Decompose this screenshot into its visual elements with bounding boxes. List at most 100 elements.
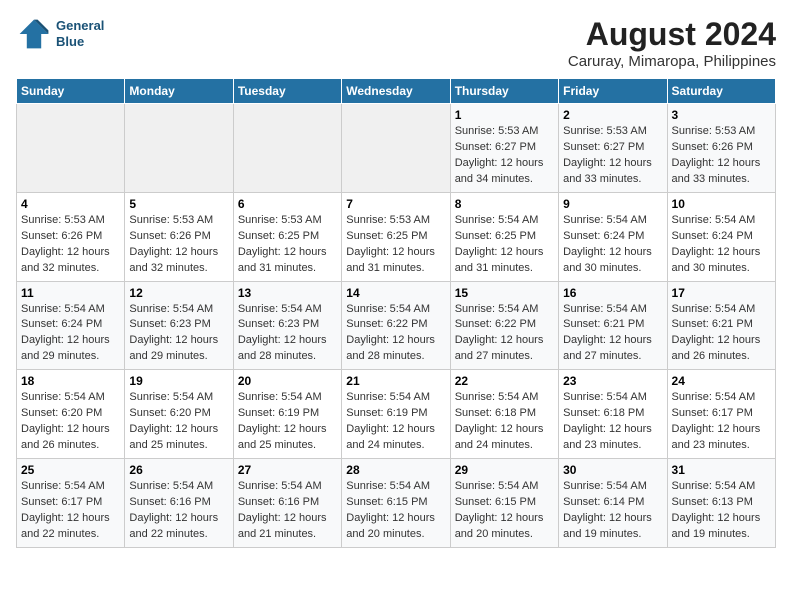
day-info: Sunrise: 5:54 AM Sunset: 6:18 PM Dayligh… xyxy=(455,390,554,454)
day-info: Sunrise: 5:53 AM Sunset: 6:25 PM Dayligh… xyxy=(238,213,337,277)
logo: General Blue xyxy=(16,16,104,52)
day-number: 8 xyxy=(455,197,554,211)
day-cell: 14 Sunrise: 5:54 AM Sunset: 6:22 PM Dayl… xyxy=(342,281,450,370)
calendar-title: August 2024 xyxy=(568,16,776,53)
column-header-monday: Monday xyxy=(125,79,233,104)
day-number: 31 xyxy=(672,463,771,477)
day-number: 19 xyxy=(129,374,228,388)
day-info: Sunrise: 5:54 AM Sunset: 6:18 PM Dayligh… xyxy=(563,390,662,454)
day-cell: 13 Sunrise: 5:54 AM Sunset: 6:23 PM Dayl… xyxy=(233,281,341,370)
day-number: 1 xyxy=(455,108,554,122)
day-cell: 6 Sunrise: 5:53 AM Sunset: 6:25 PM Dayli… xyxy=(233,192,341,281)
day-cell: 20 Sunrise: 5:54 AM Sunset: 6:19 PM Dayl… xyxy=(233,370,341,459)
day-info: Sunrise: 5:53 AM Sunset: 6:26 PM Dayligh… xyxy=(129,213,228,277)
day-number: 21 xyxy=(346,374,445,388)
column-header-saturday: Saturday xyxy=(667,79,775,104)
day-info: Sunrise: 5:54 AM Sunset: 6:24 PM Dayligh… xyxy=(563,213,662,277)
day-cell: 9 Sunrise: 5:54 AM Sunset: 6:24 PM Dayli… xyxy=(559,192,667,281)
day-cell xyxy=(125,104,233,193)
day-cell: 27 Sunrise: 5:54 AM Sunset: 6:16 PM Dayl… xyxy=(233,459,341,548)
day-cell xyxy=(342,104,450,193)
day-number: 13 xyxy=(238,286,337,300)
title-block: August 2024 Caruray, Mimaropa, Philippin… xyxy=(568,16,776,70)
day-number: 9 xyxy=(563,197,662,211)
calendar-table: SundayMondayTuesdayWednesdayThursdayFrid… xyxy=(16,78,776,548)
day-cell: 25 Sunrise: 5:54 AM Sunset: 6:17 PM Dayl… xyxy=(17,459,125,548)
calendar-header: SundayMondayTuesdayWednesdayThursdayFrid… xyxy=(17,79,776,104)
logo-line2: Blue xyxy=(56,34,104,50)
day-info: Sunrise: 5:54 AM Sunset: 6:25 PM Dayligh… xyxy=(455,213,554,277)
column-header-thursday: Thursday xyxy=(450,79,558,104)
day-number: 28 xyxy=(346,463,445,477)
day-number: 4 xyxy=(21,197,120,211)
day-info: Sunrise: 5:54 AM Sunset: 6:16 PM Dayligh… xyxy=(129,479,228,543)
day-number: 12 xyxy=(129,286,228,300)
day-cell: 23 Sunrise: 5:54 AM Sunset: 6:18 PM Dayl… xyxy=(559,370,667,459)
day-info: Sunrise: 5:53 AM Sunset: 6:26 PM Dayligh… xyxy=(21,213,120,277)
day-cell: 21 Sunrise: 5:54 AM Sunset: 6:19 PM Dayl… xyxy=(342,370,450,459)
day-number: 20 xyxy=(238,374,337,388)
day-cell: 1 Sunrise: 5:53 AM Sunset: 6:27 PM Dayli… xyxy=(450,104,558,193)
page-header: General Blue August 2024 Caruray, Mimaro… xyxy=(16,16,776,70)
day-number: 2 xyxy=(563,108,662,122)
day-number: 6 xyxy=(238,197,337,211)
day-info: Sunrise: 5:53 AM Sunset: 6:27 PM Dayligh… xyxy=(455,124,554,188)
column-header-friday: Friday xyxy=(559,79,667,104)
day-number: 26 xyxy=(129,463,228,477)
day-info: Sunrise: 5:54 AM Sunset: 6:19 PM Dayligh… xyxy=(238,390,337,454)
day-info: Sunrise: 5:54 AM Sunset: 6:20 PM Dayligh… xyxy=(21,390,120,454)
calendar-subtitle: Caruray, Mimaropa, Philippines xyxy=(568,53,776,70)
column-header-sunday: Sunday xyxy=(17,79,125,104)
logo-line1: General xyxy=(56,18,104,34)
header-row: SundayMondayTuesdayWednesdayThursdayFrid… xyxy=(17,79,776,104)
day-info: Sunrise: 5:54 AM Sunset: 6:23 PM Dayligh… xyxy=(129,302,228,366)
day-cell: 24 Sunrise: 5:54 AM Sunset: 6:17 PM Dayl… xyxy=(667,370,775,459)
week-row-2: 4 Sunrise: 5:53 AM Sunset: 6:26 PM Dayli… xyxy=(17,192,776,281)
day-cell xyxy=(17,104,125,193)
day-cell: 16 Sunrise: 5:54 AM Sunset: 6:21 PM Dayl… xyxy=(559,281,667,370)
logo-text: General Blue xyxy=(56,18,104,49)
day-number: 17 xyxy=(672,286,771,300)
week-row-3: 11 Sunrise: 5:54 AM Sunset: 6:24 PM Dayl… xyxy=(17,281,776,370)
day-cell: 15 Sunrise: 5:54 AM Sunset: 6:22 PM Dayl… xyxy=(450,281,558,370)
day-cell: 2 Sunrise: 5:53 AM Sunset: 6:27 PM Dayli… xyxy=(559,104,667,193)
calendar-body: 1 Sunrise: 5:53 AM Sunset: 6:27 PM Dayli… xyxy=(17,104,776,548)
day-cell: 7 Sunrise: 5:53 AM Sunset: 6:25 PM Dayli… xyxy=(342,192,450,281)
day-info: Sunrise: 5:53 AM Sunset: 6:25 PM Dayligh… xyxy=(346,213,445,277)
day-info: Sunrise: 5:54 AM Sunset: 6:13 PM Dayligh… xyxy=(672,479,771,543)
day-info: Sunrise: 5:54 AM Sunset: 6:14 PM Dayligh… xyxy=(563,479,662,543)
week-row-1: 1 Sunrise: 5:53 AM Sunset: 6:27 PM Dayli… xyxy=(17,104,776,193)
column-header-wednesday: Wednesday xyxy=(342,79,450,104)
day-cell: 5 Sunrise: 5:53 AM Sunset: 6:26 PM Dayli… xyxy=(125,192,233,281)
day-number: 30 xyxy=(563,463,662,477)
day-number: 18 xyxy=(21,374,120,388)
day-cell: 4 Sunrise: 5:53 AM Sunset: 6:26 PM Dayli… xyxy=(17,192,125,281)
day-number: 16 xyxy=(563,286,662,300)
day-cell: 12 Sunrise: 5:54 AM Sunset: 6:23 PM Dayl… xyxy=(125,281,233,370)
day-number: 23 xyxy=(563,374,662,388)
day-info: Sunrise: 5:54 AM Sunset: 6:22 PM Dayligh… xyxy=(346,302,445,366)
day-number: 24 xyxy=(672,374,771,388)
day-number: 29 xyxy=(455,463,554,477)
day-cell: 8 Sunrise: 5:54 AM Sunset: 6:25 PM Dayli… xyxy=(450,192,558,281)
day-number: 27 xyxy=(238,463,337,477)
day-number: 3 xyxy=(672,108,771,122)
day-cell: 29 Sunrise: 5:54 AM Sunset: 6:15 PM Dayl… xyxy=(450,459,558,548)
day-info: Sunrise: 5:54 AM Sunset: 6:24 PM Dayligh… xyxy=(21,302,120,366)
day-number: 11 xyxy=(21,286,120,300)
day-number: 7 xyxy=(346,197,445,211)
day-info: Sunrise: 5:54 AM Sunset: 6:19 PM Dayligh… xyxy=(346,390,445,454)
day-info: Sunrise: 5:54 AM Sunset: 6:16 PM Dayligh… xyxy=(238,479,337,543)
day-info: Sunrise: 5:54 AM Sunset: 6:22 PM Dayligh… xyxy=(455,302,554,366)
day-info: Sunrise: 5:54 AM Sunset: 6:21 PM Dayligh… xyxy=(563,302,662,366)
day-cell: 26 Sunrise: 5:54 AM Sunset: 6:16 PM Dayl… xyxy=(125,459,233,548)
day-info: Sunrise: 5:54 AM Sunset: 6:21 PM Dayligh… xyxy=(672,302,771,366)
day-cell: 31 Sunrise: 5:54 AM Sunset: 6:13 PM Dayl… xyxy=(667,459,775,548)
day-cell: 30 Sunrise: 5:54 AM Sunset: 6:14 PM Dayl… xyxy=(559,459,667,548)
day-info: Sunrise: 5:54 AM Sunset: 6:15 PM Dayligh… xyxy=(346,479,445,543)
day-number: 5 xyxy=(129,197,228,211)
day-info: Sunrise: 5:54 AM Sunset: 6:15 PM Dayligh… xyxy=(455,479,554,543)
logo-icon xyxy=(16,16,52,52)
day-info: Sunrise: 5:53 AM Sunset: 6:27 PM Dayligh… xyxy=(563,124,662,188)
day-info: Sunrise: 5:54 AM Sunset: 6:20 PM Dayligh… xyxy=(129,390,228,454)
